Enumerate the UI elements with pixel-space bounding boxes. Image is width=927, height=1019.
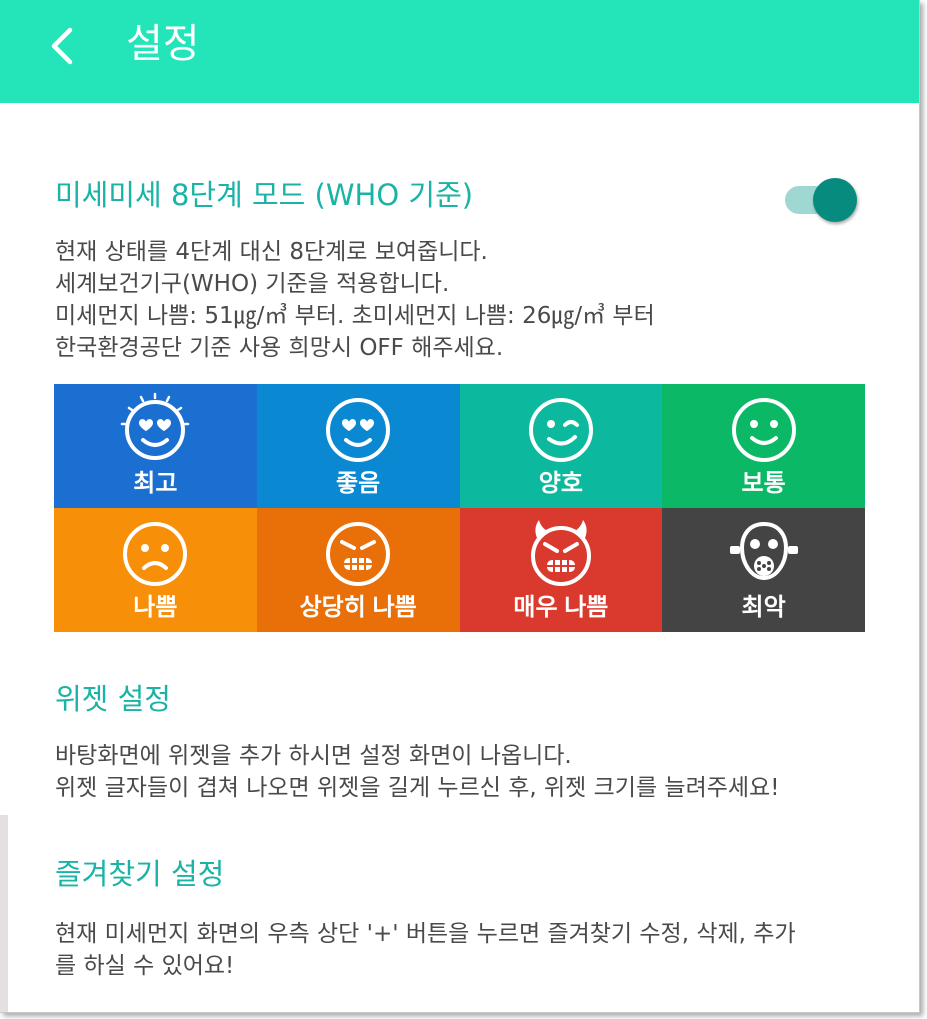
level-label: 최고	[133, 470, 178, 497]
level-cell-worst: 최악	[662, 508, 865, 632]
description-line: 바탕화면에 위젯을 추가 하시면 설정 화면이 나옵니다.	[55, 743, 572, 769]
toggle-thumb	[813, 178, 857, 222]
level-label: 나쁨	[133, 594, 178, 621]
level-label: 매우 나쁨	[513, 594, 609, 621]
grimace-face-icon	[326, 522, 391, 586]
level-cell-good: 좋음	[256, 384, 460, 508]
heart-eyes-sparkle-face-icon	[121, 392, 190, 460]
description-line: 한국환경공단 기준 사용 희망시 OFF 해주세요.	[55, 335, 504, 361]
level-cell-very-bad: 매우 나쁨	[459, 508, 663, 632]
level-cell-normal: 보통	[662, 384, 865, 508]
gas-mask-icon	[729, 521, 798, 581]
level-legend-grid: 최고 좋음 양호 보통 나쁨 상당히 나쁨 매우 나쁨 최악	[54, 384, 865, 632]
description-line: 미세먼지 나쁨: 51㎍/㎥ 부터. 초미세먼지 나쁨: 26㎍/㎥ 부터	[55, 303, 655, 329]
wink-face-icon	[528, 398, 593, 462]
level-label: 보통	[741, 470, 786, 497]
description-line: 위젯 글자들이 겹쳐 나오면 위젯을 길게 누르신 후, 위젯 크기를 늘려주세…	[55, 775, 780, 801]
level-label: 최악	[741, 594, 786, 621]
level-cell-fair: 양호	[459, 384, 663, 508]
heart-eyes-face-icon	[326, 398, 391, 462]
back-button[interactable]	[34, 18, 90, 74]
who-mode-description: 현재 상태를 4단계 대신 8단계로 보여줍니다. 세계보건기구(WHO) 기준…	[55, 236, 655, 364]
settings-screen: 설정 미세미세 8단계 모드 (WHO 기준) 현재 상태를 4단계 대신 8단…	[0, 0, 920, 1013]
description-line: 를 하실 수 있어요!	[55, 953, 235, 979]
description-line: 세계보건기구(WHO) 기준을 적용합니다.	[55, 271, 450, 297]
widget-settings-description: 바탕화면에 위젯을 추가 하시면 설정 화면이 나옵니다. 위젯 글자들이 겹쳐…	[55, 740, 779, 804]
frown-face-icon	[123, 522, 188, 586]
favorites-settings-description: 현재 미세먼지 화면의 우측 상단 '+' 버튼을 누르면 즐겨찾기 수정, 삭…	[55, 918, 796, 982]
level-label: 상당히 나쁨	[299, 594, 417, 621]
chevron-left-icon	[51, 27, 73, 65]
window-edge-strip	[0, 815, 8, 1012]
level-cell-best: 최고	[54, 384, 257, 508]
smile-face-icon	[731, 398, 796, 462]
favorites-settings-title: 즐겨찾기 설정	[55, 857, 225, 891]
level-label: 양호	[538, 470, 583, 497]
devil-face-icon	[530, 520, 591, 586]
level-label: 좋음	[336, 470, 381, 497]
widget-settings-title: 위젯 설정	[55, 682, 171, 716]
who-mode-toggle[interactable]	[785, 178, 861, 222]
page-title: 설정	[126, 21, 200, 67]
app-bar: 설정	[0, 0, 919, 103]
level-cell-bad: 나쁨	[54, 508, 257, 632]
level-cell-quite-bad: 상당히 나쁨	[256, 508, 460, 632]
description-line: 현재 미세먼지 화면의 우측 상단 '+' 버튼을 누르면 즐겨찾기 수정, 삭…	[55, 921, 796, 947]
description-line: 현재 상태를 4단계 대신 8단계로 보여줍니다.	[55, 239, 488, 265]
who-mode-title: 미세미세 8단계 모드 (WHO 기준)	[55, 178, 474, 212]
